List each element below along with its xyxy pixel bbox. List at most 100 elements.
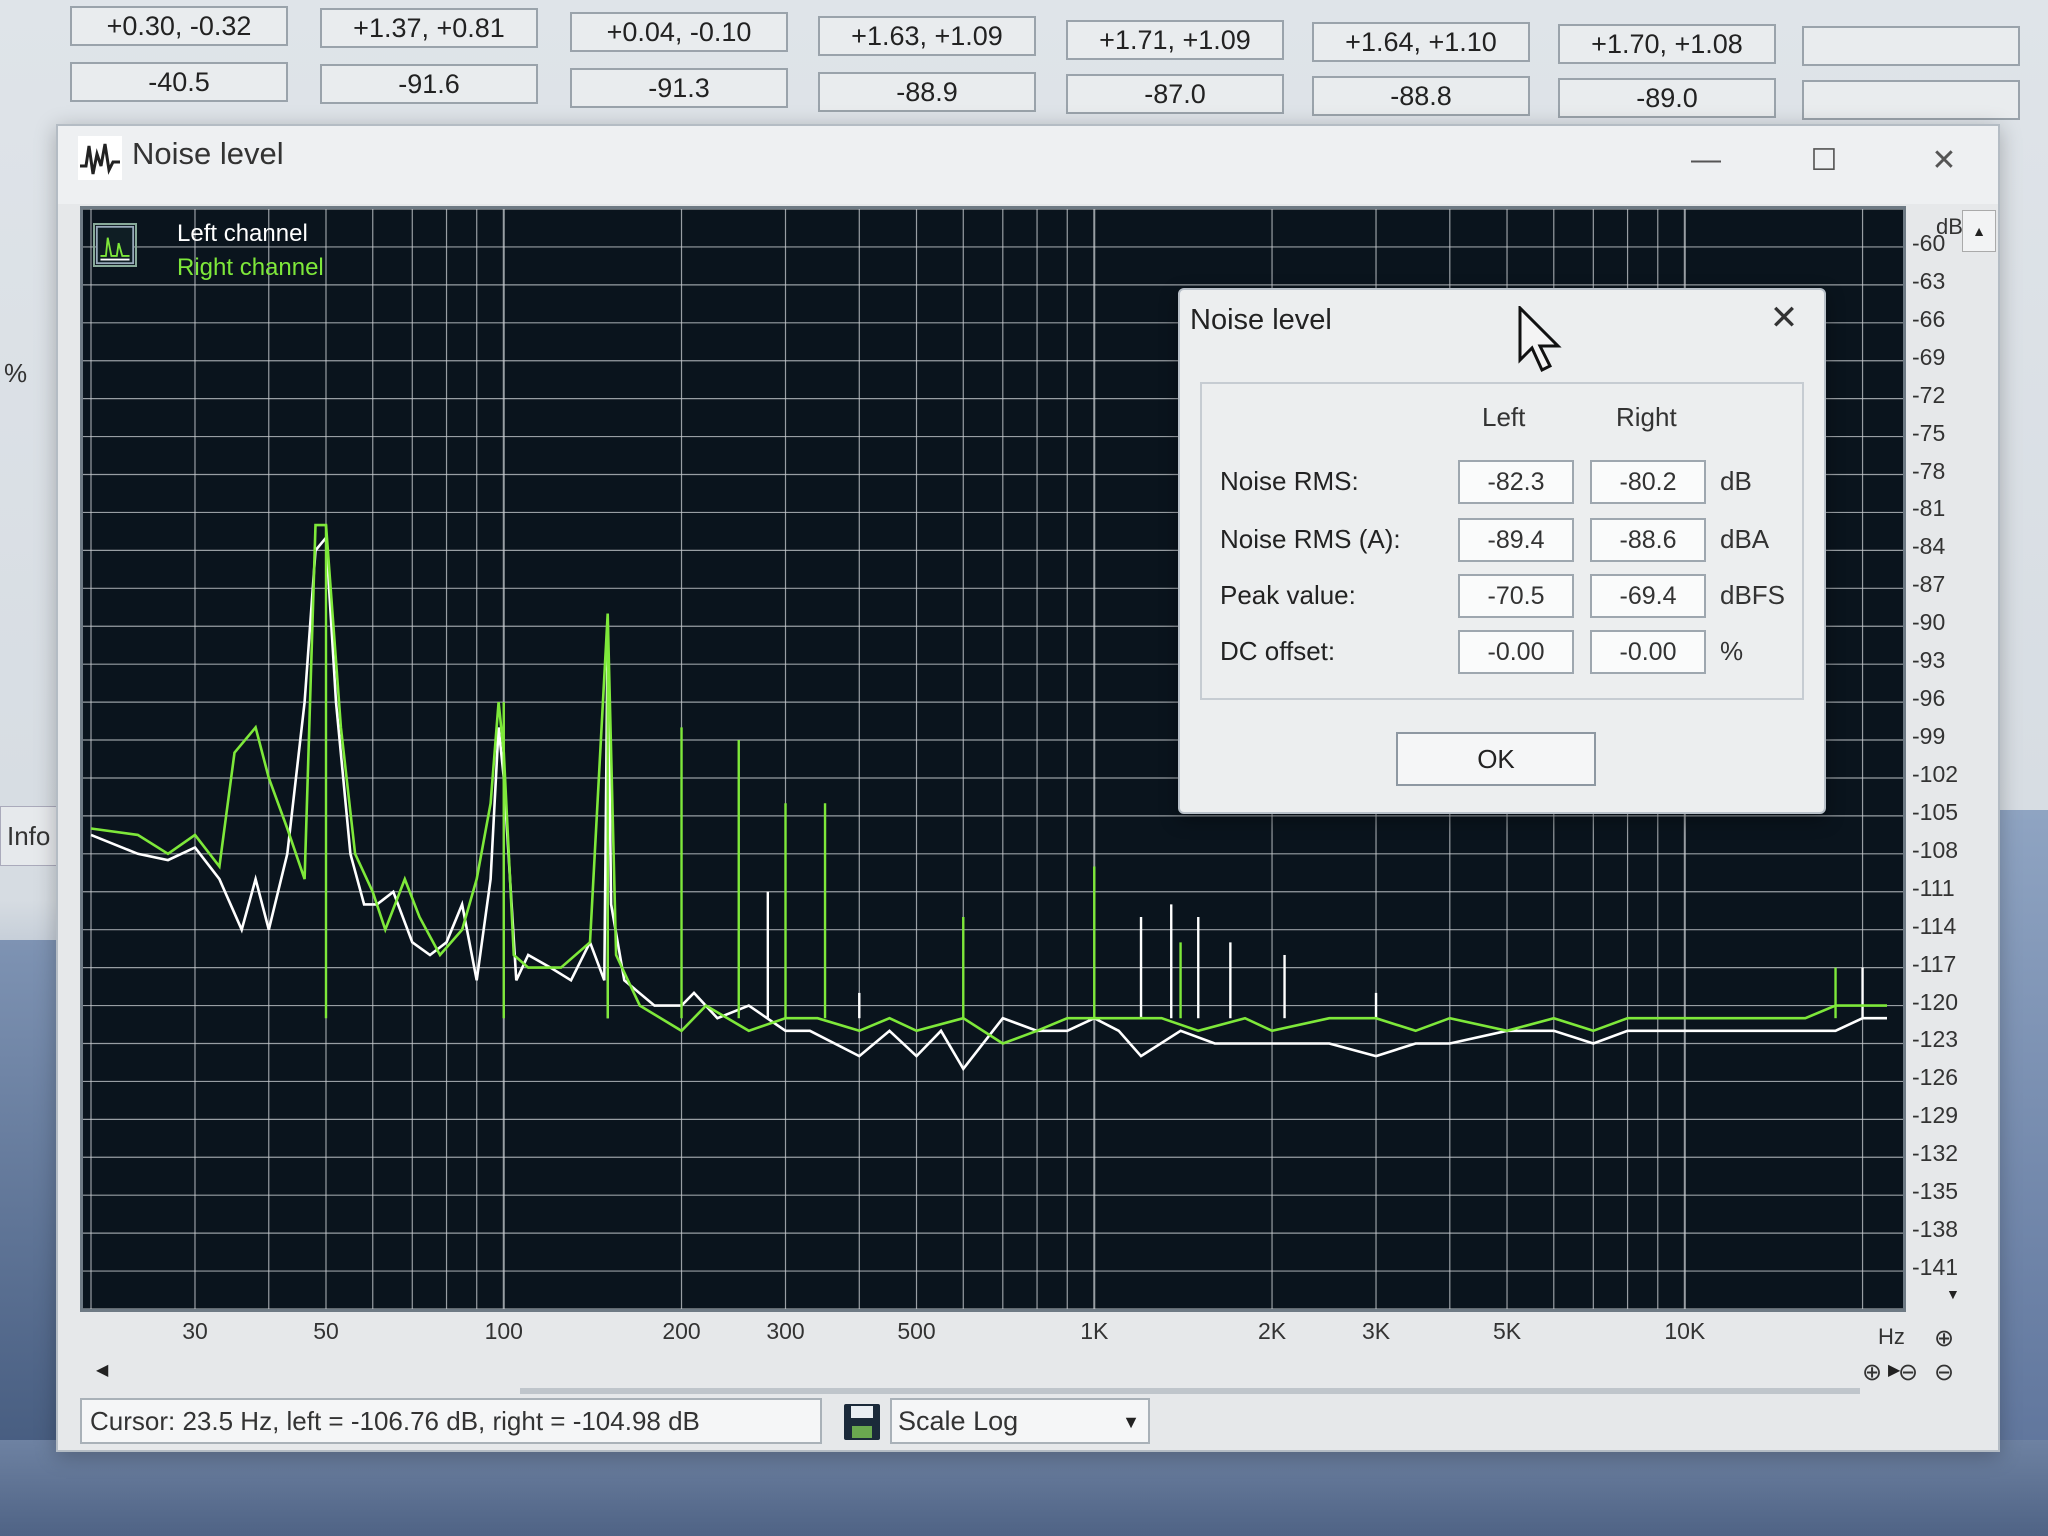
x-tick-label: 50 <box>313 1318 339 1344</box>
table-cell <box>1802 80 2020 120</box>
table-cell: -40.5 <box>70 62 288 102</box>
chevron-down-icon[interactable]: ▼ <box>1122 1412 1140 1433</box>
dialog-close-icon[interactable]: ✕ <box>1762 296 1806 340</box>
row-label-dc-offset: DC offset: <box>1220 636 1336 666</box>
table-cell: +1.37, +0.81 <box>320 8 538 48</box>
background-percent-label: % <box>4 358 28 388</box>
y-tick-label: -75 <box>1912 419 1946 446</box>
scale-select[interactable]: Scale Log ▼ <box>890 1398 1150 1444</box>
table-cell: +0.04, -0.10 <box>570 12 788 52</box>
y-tick-label: -102 <box>1912 760 1959 787</box>
scale-label: Scale <box>898 1405 966 1436</box>
x-axis-unit: Hz <box>1878 1324 1905 1349</box>
results-group: Left Right Noise RMS: -82.3 -80.2 dB Noi… <box>1200 382 1804 700</box>
y-tick-label: -72 <box>1912 381 1946 408</box>
scroll-down-arrow-icon[interactable]: ▼ <box>1946 1286 1960 1302</box>
legend-right-channel: Right channel <box>177 254 324 281</box>
y-tick-label: -111 <box>1912 874 1955 901</box>
y-tick-label: -108 <box>1912 836 1959 863</box>
table-cell: -88.8 <box>1312 76 1530 116</box>
y-tick-label: -117 <box>1912 950 1957 977</box>
zoom-fit-icon[interactable]: ⊕ <box>1928 1322 1960 1354</box>
y-tick-label: -141 <box>1912 1254 1959 1281</box>
x-tick-label: 100 <box>484 1318 523 1344</box>
horizontal-scrollbar[interactable]: ◀ ▶ <box>80 1350 1900 1396</box>
y-tick-label: -81 <box>1912 495 1946 522</box>
status-bar: Cursor: 23.5 Hz, left = -106.76 dB, righ… <box>80 1398 1980 1448</box>
minimize-button[interactable]: — <box>1676 134 1736 186</box>
table-cell: +1.70, +1.08 <box>1558 24 1776 64</box>
background-results-table: +0.30, -0.32 +1.37, +0.81 +0.04, -0.10 +… <box>60 4 2030 120</box>
row-label-peak-value: Peak value: <box>1220 580 1356 610</box>
maximize-button[interactable]: ☐ <box>1794 134 1854 186</box>
x-tick-label: 300 <box>766 1318 805 1344</box>
y-tick-label: -132 <box>1912 1140 1959 1167</box>
table-cell: +1.63, +1.09 <box>818 16 1036 56</box>
zoom-in-icon[interactable]: ⊕ <box>1856 1356 1888 1388</box>
noise-rms-left-value: -82.3 <box>1458 460 1574 504</box>
x-tick-label: 10K <box>1664 1318 1706 1344</box>
y-tick-label: -138 <box>1912 1216 1959 1243</box>
y-tick-label: -135 <box>1912 1178 1959 1205</box>
table-cell: +1.64, +1.10 <box>1312 22 1530 62</box>
cursor-readout: Cursor: 23.5 Hz, left = -106.76 dB, righ… <box>80 1398 822 1444</box>
dc-offset-left-value: -0.00 <box>1458 630 1574 674</box>
unit-label: dBA <box>1720 524 1770 554</box>
scale-value: Log <box>973 1405 1019 1436</box>
legend-toggle-icon[interactable] <box>93 223 137 267</box>
y-axis: dB -60 -63 -66 -69 -72 -75 -78 -81 -84 -87 -90 -93-… <box>1908 206 1998 1312</box>
y-tick-label: -129 <box>1912 1102 1959 1129</box>
scroll-up-arrow-icon[interactable]: ▲ <box>1962 210 1996 252</box>
noise-level-dialog: Noise level ✕ Left Right Noise RMS: -82.… <box>1178 288 1826 814</box>
desktop-wallpaper-bottom <box>0 1440 2048 1536</box>
table-cell: -88.9 <box>818 72 1036 112</box>
y-tick-label: -60 <box>1912 229 1946 256</box>
ok-button[interactable]: OK <box>1396 732 1596 786</box>
y-tick-label: -63 <box>1912 267 1946 294</box>
x-tick-label: 5K <box>1492 1318 1522 1344</box>
row-label-noise-rms-a: Noise RMS (A): <box>1220 524 1401 554</box>
y-tick-label: -96 <box>1912 685 1946 712</box>
x-tick-label: 1K <box>1080 1318 1109 1344</box>
dc-offset-right-value: -0.00 <box>1590 630 1706 674</box>
y-tick-label: -120 <box>1912 988 1959 1015</box>
waveform-app-icon <box>78 136 122 180</box>
x-tick-label: 200 <box>662 1318 701 1344</box>
y-tick-label: -105 <box>1912 798 1959 825</box>
column-header-left: Left <box>1482 402 1526 432</box>
table-cell: +1.71, +1.09 <box>1066 20 1284 60</box>
legend: Left channel Right channel <box>93 217 324 285</box>
window-title: Noise level <box>132 136 284 171</box>
y-tick-label: -87 <box>1912 571 1946 598</box>
zoom-reset-icon[interactable]: ⊖ <box>1928 1356 1960 1388</box>
close-button[interactable]: ✕ <box>1914 134 1974 186</box>
table-cell: -91.3 <box>570 68 788 108</box>
y-tick-label: -84 <box>1912 533 1946 560</box>
table-cell: -91.6 <box>320 64 538 104</box>
scrollbar-thumb[interactable] <box>520 1388 1860 1394</box>
table-cell: -87.0 <box>1066 74 1284 114</box>
x-axis: 30 50 100 200 300 500 1K 2K 3K 5K 10K <box>80 1314 1906 1354</box>
noise-rms-right-value: -80.2 <box>1590 460 1706 504</box>
y-tick-label: -90 <box>1912 609 1946 636</box>
scroll-left-arrow-icon[interactable]: ◀ <box>96 1360 108 1380</box>
unit-label: dB <box>1720 466 1752 496</box>
noise-rms-a-right-value: -88.6 <box>1590 518 1706 562</box>
y-tick-label: -123 <box>1912 1026 1959 1053</box>
save-icon[interactable] <box>842 1402 882 1442</box>
title-bar[interactable]: Noise level — ☐ ✕ <box>58 126 1998 204</box>
unit-label: % <box>1720 636 1744 666</box>
x-tick-label: 500 <box>897 1318 936 1344</box>
zoom-out-icon[interactable]: ⊖ <box>1892 1356 1924 1388</box>
unit-label: dBFS <box>1720 580 1786 610</box>
y-tick-label: -126 <box>1912 1064 1959 1091</box>
y-tick-label: -93 <box>1912 647 1946 674</box>
table-cell: -89.0 <box>1558 78 1776 118</box>
noise-rms-a-left-value: -89.4 <box>1458 518 1574 562</box>
x-tick-label: 3K <box>1361 1318 1391 1344</box>
peak-value-left-value: -70.5 <box>1458 574 1574 618</box>
mouse-pointer-icon <box>1518 306 1562 373</box>
table-cell <box>1802 26 2020 66</box>
y-tick-label: -99 <box>1912 723 1946 750</box>
table-cell: +0.30, -0.32 <box>70 6 288 46</box>
